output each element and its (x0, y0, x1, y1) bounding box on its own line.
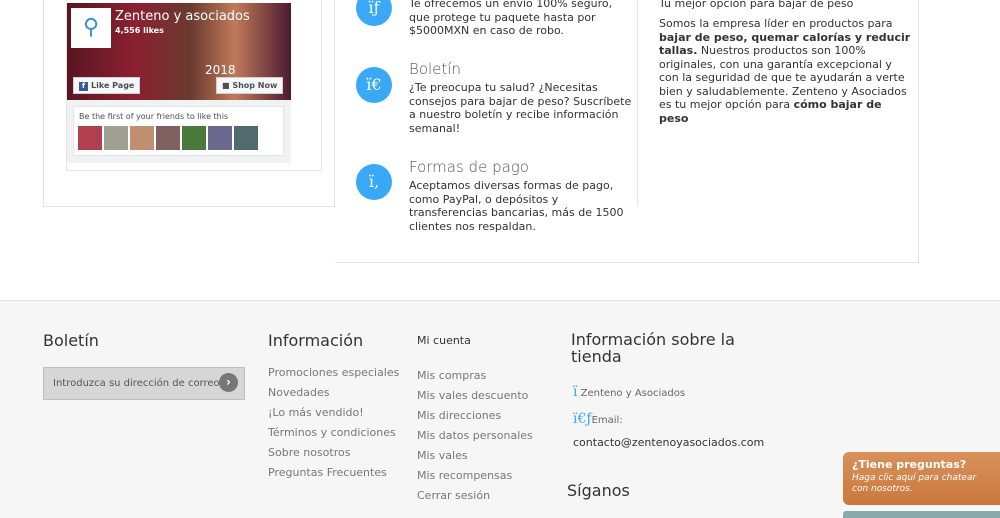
avatar[interactable] (78, 126, 102, 150)
avatar[interactable] (156, 126, 180, 150)
info-links: Promociones especiales Novedades ¡Lo más… (268, 363, 399, 483)
footer-link[interactable]: Términos y condiciones (268, 423, 399, 443)
about-p1: Somos la empresa líder en productos para (659, 17, 893, 30)
envelope-icon: ï€ƒ (573, 411, 592, 427)
friends-text: Be the first of your friends to like thi… (79, 112, 229, 121)
email-label: Email: (591, 415, 623, 426)
facebook-page-name[interactable]: Zenteno y asociados (115, 9, 250, 24)
newsletter-icon: ï€ (356, 67, 392, 103)
avatar[interactable] (208, 126, 232, 150)
store-email[interactable]: contacto@zentenoyasociados.com (573, 436, 764, 449)
account-heading[interactable]: Mi cuenta (417, 334, 471, 347)
shop-now-label: Shop Now (232, 81, 278, 90)
follow-heading: Síganos (567, 481, 630, 500)
shop-now-button[interactable]: ■ Shop Now (216, 77, 284, 94)
company-name: Zenteno y Asociados (580, 388, 686, 399)
store-company: ï Zenteno y Asociados (573, 384, 685, 400)
like-page-label: Like Page (91, 81, 135, 90)
footer-link[interactable]: Mis compras (417, 366, 533, 386)
footer-link[interactable]: Promociones especiales (268, 363, 399, 383)
footer-link[interactable]: Cerrar sesión (417, 486, 533, 506)
avatar[interactable] (130, 126, 154, 150)
newsletter-submit-button[interactable]: › (219, 373, 238, 392)
payment-icon: ï‚ (356, 164, 392, 200)
chat-bar[interactable] (843, 511, 1000, 518)
like-page-button[interactable]: f Like Page (73, 77, 141, 94)
footer-link[interactable]: Preguntas Frecuentes (268, 463, 399, 483)
bag-icon: ■ (222, 81, 233, 90)
footer-link[interactable]: ¡Lo más vendido! (268, 403, 399, 423)
shipping-text: Te ofrecemos un envío 100% seguro, que p… (409, 0, 613, 37)
facebook-icon: f (79, 82, 88, 91)
footer-link[interactable]: Mis datos personales (417, 426, 533, 446)
store-email-label: ï€ƒEmail: (573, 411, 623, 427)
footer-link[interactable]: Mis vales (417, 446, 533, 466)
avatar[interactable] (234, 126, 258, 150)
building-icon: ï (573, 384, 578, 400)
newsletter-email-input[interactable]: Introduzca su dirección de correo e (43, 367, 245, 400)
friend-avatars (78, 126, 258, 150)
footer-link[interactable]: Mis vales descuento (417, 386, 533, 406)
store-info-heading: Información sobre la tienda (571, 330, 735, 366)
chat-title: ¿Tiene preguntas? (852, 458, 967, 471)
cover-year: 2018 (205, 63, 236, 77)
footer-link[interactable]: Mis recompensas (417, 466, 533, 486)
chat-text: Haga clic aquí para chatear con nosotros… (852, 473, 977, 494)
newsletter-text: ¿Te preocupa tu salud? ¿Necesitas consej… (409, 81, 632, 135)
newsletter-heading: Boletín (43, 331, 99, 350)
chat-widget[interactable]: ¿Tiene preguntas? Haga clic aquí para cha… (843, 452, 1000, 505)
facebook-page-logo[interactable]: ⚲ (71, 8, 111, 48)
newsletter-title: Boletín (409, 60, 461, 78)
payment-title: Formas de pago (409, 158, 529, 176)
facebook-likes: 4,556 likes (115, 26, 164, 35)
avatar[interactable] (104, 126, 128, 150)
about-text: Somos la empresa líder en productos para… (659, 17, 914, 125)
info-heading: Información (268, 331, 364, 350)
footer-link[interactable]: Sobre nosotros (268, 443, 399, 463)
avatar[interactable] (182, 126, 206, 150)
footer-link[interactable]: Mis direcciones (417, 406, 533, 426)
account-links: Mis compras Mis vales descuento Mis dire… (417, 366, 533, 506)
payment-text: Aceptamos diversas formas de pago, como … (409, 179, 624, 233)
footer-link[interactable]: Novedades (268, 383, 399, 403)
about-heading: Tu mejor opción para bajar de peso (659, 0, 854, 10)
divider (637, 0, 638, 206)
